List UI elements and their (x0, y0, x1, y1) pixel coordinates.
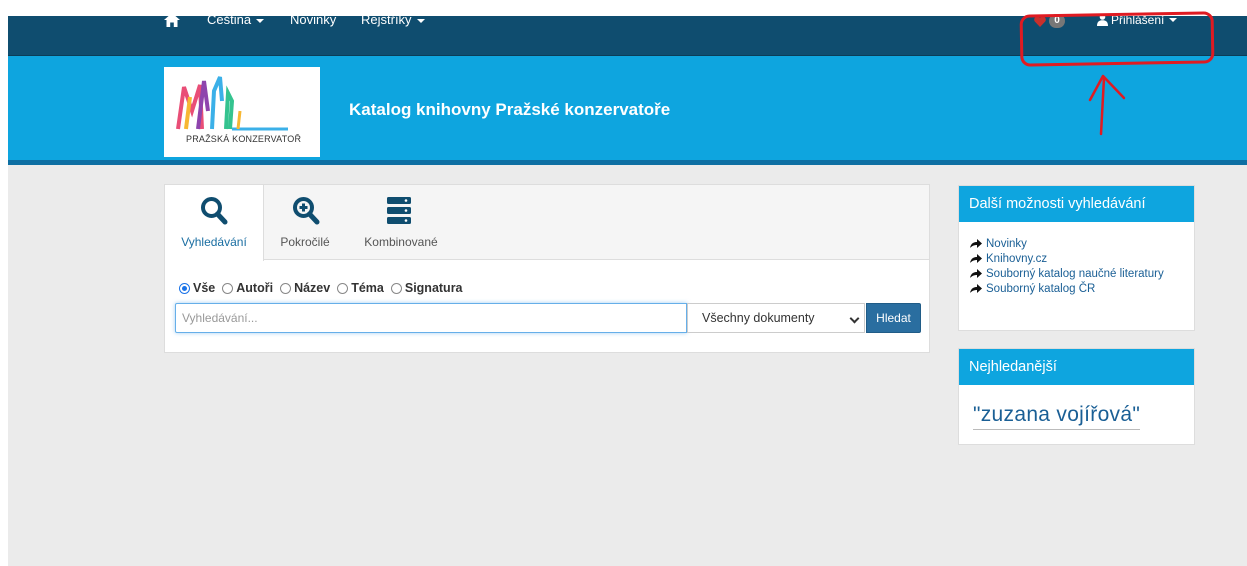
document-type-value: Všechny dokumenty (702, 311, 815, 325)
more-options-links: Novinky Knihovny.cz Souborný katalog nau… (959, 222, 1194, 296)
arrow-right-icon (970, 238, 982, 248)
page-title: Katalog knihovny Pražské konzervatoře (349, 100, 671, 119)
radio-label: Autoři (236, 281, 274, 295)
logo-mark (176, 76, 288, 131)
scope-title-radio[interactable]: Název (280, 281, 330, 295)
chevron-down-icon (849, 313, 860, 324)
news-link[interactable]: Novinky (290, 0, 336, 40)
radio-label: Název (294, 281, 331, 295)
more-search-options-box: Další možnosti vyhledávání Novinky Kniho… (958, 185, 1195, 331)
home-icon[interactable] (164, 13, 180, 27)
link-novinky[interactable]: Novinky (970, 236, 1194, 251)
scope-all-radio[interactable]: Vše (179, 281, 215, 295)
radio-label: Vše (193, 281, 216, 295)
tab-label: Kombinované (364, 235, 438, 249)
radio-circle (179, 282, 190, 294)
search-icon (201, 197, 228, 225)
document-type-select[interactable]: Všechny dokumenty (687, 303, 865, 333)
search-button[interactable]: Hledat (866, 303, 921, 333)
annotation-arrow-icon (1088, 74, 1126, 136)
zoom-in-icon (293, 197, 320, 225)
chevron-down-icon (416, 18, 425, 23)
radio-circle (390, 282, 402, 294)
scope-signature-radio[interactable]: Signatura (390, 281, 463, 295)
registers-menu[interactable]: Rejstříky (361, 0, 425, 40)
radio-label: Téma (351, 281, 384, 295)
radio-circle (337, 282, 349, 294)
language-menu[interactable]: Čeština (207, 0, 265, 40)
tab-label: Pokročilé (280, 235, 330, 249)
link-knihovny-cz[interactable]: Knihovny.cz (970, 251, 1194, 266)
radio-circle (222, 282, 234, 294)
scope-subject-radio[interactable]: Téma (337, 281, 384, 295)
radio-label: Signatura (404, 281, 463, 295)
left-edge (0, 0, 8, 566)
link-label: Souborný katalog ČR (986, 282, 1096, 295)
registers-menu-label: Rejstříky (361, 12, 412, 27)
link-label: Souborný katalog naučné literatury (986, 267, 1164, 280)
link-label: Knihovny.cz (986, 252, 1048, 265)
tab-combined-search[interactable]: Kombinované (346, 185, 456, 260)
language-menu-label: Čeština (207, 12, 252, 27)
link-label: Novinky (986, 237, 1027, 250)
arrow-right-icon (970, 268, 982, 278)
arrow-right-icon (970, 283, 982, 293)
tab-basic-search[interactable]: Vyhledávání (165, 185, 264, 261)
tab-label: Vyhledávání (181, 235, 247, 249)
more-options-title: Další možnosti vyhledávání (959, 186, 1194, 222)
link-union-catalog-science[interactable]: Souborný katalog naučné literatury (970, 266, 1194, 281)
scope-authors-radio[interactable]: Autoři (222, 281, 273, 295)
server-stack-icon (387, 197, 411, 224)
logo[interactable]: PRAŽSKÁ KONZERVATOŘ (164, 67, 320, 157)
search-panel: Vyhledávání Pokročilé Kombinované Vše Au… (164, 184, 930, 353)
radio-circle (280, 282, 292, 294)
most-searched-title: Nejhledanější (959, 349, 1194, 385)
arrow-right-icon (970, 253, 982, 263)
search-input[interactable]: Vyhledávání... (175, 303, 687, 333)
logo-text: PRAŽSKÁ KONZERVATOŘ (186, 134, 302, 144)
search-scope-options: Vše Autoři Název Téma Signatura (179, 281, 470, 295)
annotation-circle (1019, 11, 1215, 67)
chevron-down-icon (256, 18, 265, 23)
popular-query-link[interactable]: "zuzana vojířová" (973, 403, 1141, 430)
link-union-catalog-cr[interactable]: Souborný katalog ČR (970, 281, 1194, 296)
most-searched-box: Nejhledanější "zuzana vojířová" (958, 348, 1195, 445)
tab-advanced-search[interactable]: Pokročilé (265, 185, 345, 260)
search-tabs: Vyhledávání Pokročilé Kombinované (165, 185, 929, 261)
